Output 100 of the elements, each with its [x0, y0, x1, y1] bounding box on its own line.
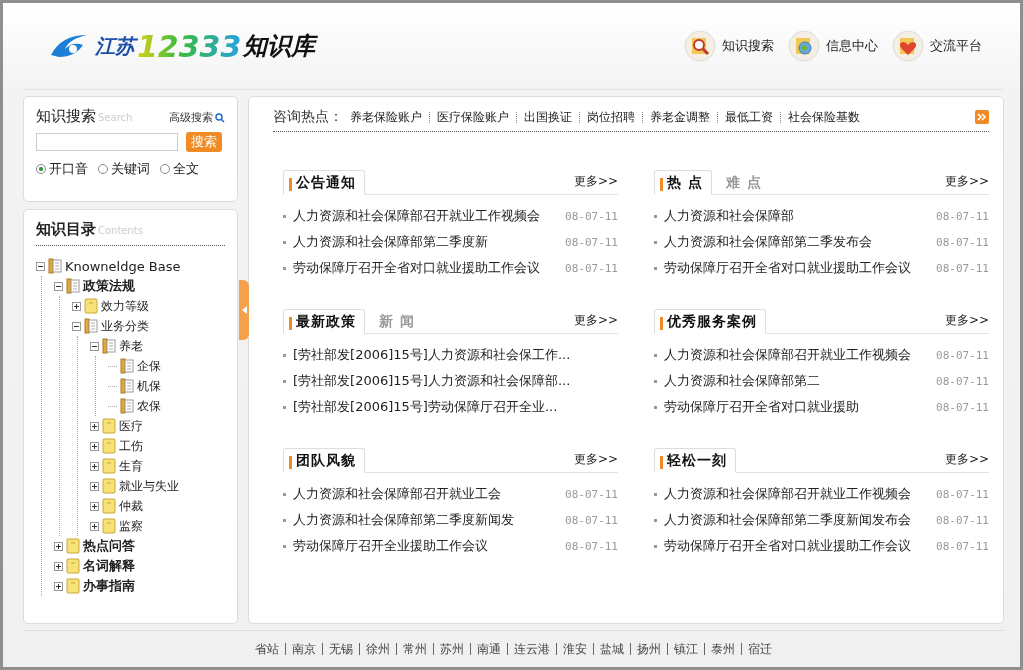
more-link[interactable]: 更多>> [944, 451, 989, 472]
news-link[interactable]: 人力资源和社会保障部召开就业工作视频会 [293, 207, 540, 225]
tree-item[interactable]: 效力等级 [101, 297, 149, 315]
expand-toggle-icon[interactable] [90, 421, 99, 431]
nav-link[interactable]: 信息中心 [788, 30, 878, 62]
tree-item[interactable]: 养老 [119, 337, 143, 355]
panel-tab[interactable]: 团队风貌 [283, 448, 365, 473]
hot-topic-link[interactable]: 养老保险账户 [350, 109, 422, 125]
city-link[interactable]: 盐城 [600, 640, 624, 658]
news-link[interactable]: 劳动保障厅召开全省对口就业援助 [664, 398, 859, 416]
expand-toggle-icon[interactable] [90, 461, 99, 471]
more-link[interactable]: 更多>> [944, 173, 989, 194]
tree-item[interactable]: 医疗 [119, 417, 143, 435]
city-link[interactable]: 南通 [477, 640, 501, 658]
city-link[interactable]: 苏州 [440, 640, 464, 658]
panel-tab[interactable]: 优秀服务案例 [654, 309, 766, 334]
collapse-toggle-icon[interactable] [54, 281, 63, 291]
more-link[interactable]: 更多>> [573, 173, 618, 194]
news-link[interactable]: 人力资源和社会保障部第二季度新闻发 [293, 511, 514, 529]
expand-toggle-icon[interactable] [54, 561, 63, 571]
expand-toggle-icon[interactable] [90, 441, 99, 451]
tree-item[interactable]: 生育 [119, 457, 143, 475]
collapse-toggle-icon[interactable] [90, 341, 99, 351]
expand-toggle-icon[interactable] [90, 481, 99, 491]
city-link[interactable]: 扬州 [637, 640, 661, 658]
folder-icon [102, 518, 116, 534]
news-link[interactable]: 人力资源和社会保障部召开就业工会 [293, 485, 501, 503]
collapse-handle[interactable] [239, 280, 249, 340]
news-link[interactable]: 劳动保障厅召开全省对口就业援助工作会议 [664, 537, 911, 555]
city-link[interactable]: 无锡 [329, 640, 353, 658]
city-link[interactable]: 徐州 [366, 640, 390, 658]
news-link[interactable]: [劳社部发[2006]15号]人力资源和社会保工作... [293, 346, 571, 364]
tree-item[interactable]: 农保 [137, 397, 161, 415]
news-link[interactable]: 人力资源和社会保障部第二季度新闻发布会 [664, 511, 911, 529]
news-link[interactable]: 人力资源和社会保障部第二季发布会 [664, 233, 872, 251]
city-link[interactable]: 泰州 [711, 640, 735, 658]
tree-item[interactable]: 就业与失业 [119, 477, 179, 495]
hot-topic-link[interactable]: 出国换证 [524, 109, 572, 125]
news-link[interactable]: [劳社部发[2006]15号]劳动保障厅召开全业... [293, 398, 558, 416]
book-icon [120, 358, 134, 374]
news-link[interactable]: 劳动保障厅召开全业援助工作会议 [293, 537, 488, 555]
tree-item[interactable]: 机保 [137, 377, 161, 395]
hot-topic-link[interactable]: 医疗保险账户 [437, 109, 509, 125]
city-link[interactable]: 南京 [292, 640, 316, 658]
news-link[interactable]: [劳社部发[2006]15号]人力资源和社会保障部... [293, 372, 571, 390]
tree-item[interactable]: 企保 [137, 357, 161, 375]
radio-option[interactable]: 关键词 [98, 160, 150, 178]
expand-toggle-icon[interactable] [72, 301, 81, 311]
panel-tab[interactable]: 公告通知 [283, 170, 365, 195]
city-link[interactable]: 连云港 [514, 640, 550, 658]
tree-item[interactable]: 仲裁 [119, 497, 143, 515]
expand-toggle-icon[interactable] [90, 501, 99, 511]
panel-tab[interactable]: 热 点 [654, 170, 712, 195]
news-link[interactable]: 劳动保障厅召开全省对口就业援助工作会议 [293, 259, 540, 277]
radio-option[interactable]: 全文 [160, 160, 199, 178]
tree-item[interactable]: 名词解释 [83, 557, 135, 575]
tree-item[interactable]: 监察 [119, 517, 143, 535]
expand-toggle-icon[interactable] [90, 521, 99, 531]
tree-item[interactable]: Knowneldge Base [65, 258, 181, 274]
city-link[interactable]: 镇江 [674, 640, 698, 658]
book-icon [120, 398, 134, 414]
tree-item[interactable]: 工伤 [119, 437, 143, 455]
news-date: 08-07-11 [935, 513, 989, 527]
panel-tab[interactable]: 最新政策 [283, 309, 365, 334]
city-link[interactable]: 省站 [255, 640, 279, 658]
news-link[interactable]: 人力资源和社会保障部第二季度新 [293, 233, 488, 251]
tree-item[interactable]: 业务分类 [101, 317, 149, 335]
hot-topic-link[interactable]: 岗位招聘 [587, 109, 635, 125]
collapse-toggle-icon[interactable] [36, 261, 45, 271]
city-link[interactable]: 宿迁 [748, 640, 772, 658]
news-date: 08-07-11 [935, 539, 989, 553]
more-link[interactable]: 更多>> [573, 451, 618, 472]
more-link[interactable]: 更多>> [944, 312, 989, 333]
news-date: 08-07-11 [935, 400, 989, 414]
hot-topic-link[interactable]: 最低工资 [725, 109, 773, 125]
tree-item[interactable]: 办事指南 [83, 577, 135, 595]
panel-title: 知识目录 [36, 220, 96, 239]
news-link[interactable]: 人力资源和社会保障部 [664, 207, 794, 225]
expand-toggle-icon[interactable] [54, 581, 63, 591]
expand-toggle-icon[interactable] [54, 541, 63, 551]
tree-item[interactable]: 热点问答 [83, 537, 135, 555]
city-link[interactable]: 常州 [403, 640, 427, 658]
advanced-search-link[interactable]: 高级搜索 [169, 110, 225, 125]
more-link[interactable]: 更多>> [573, 312, 618, 333]
search-field[interactable] [36, 133, 178, 151]
book-icon [102, 338, 116, 354]
panel-tab[interactable]: 轻松一刻 [654, 448, 736, 473]
collapse-toggle-icon[interactable] [72, 321, 81, 331]
news-link[interactable]: 人力资源和社会保障部第二 [664, 372, 820, 390]
news-link[interactable]: 劳动保障厅召开全省对口就业援助工作会议 [664, 259, 911, 277]
hot-topic-link[interactable]: 养老金调整 [650, 109, 710, 125]
news-link[interactable]: 人力资源和社会保障部召开就业工作视频会 [664, 346, 911, 364]
tree-item[interactable]: 政策法规 [83, 277, 135, 295]
city-link[interactable]: 淮安 [563, 640, 587, 658]
nav-link[interactable]: 知识搜索 [684, 30, 774, 62]
hot-topic-link[interactable]: 社会保险基数 [788, 109, 860, 125]
nav-link[interactable]: 交流平台 [892, 30, 982, 62]
news-link[interactable]: 人力资源和社会保障部召开就业工作视频会 [664, 485, 911, 503]
news-date: 08-07-11 [935, 348, 989, 362]
radio-option[interactable]: 开口音 [36, 160, 88, 178]
